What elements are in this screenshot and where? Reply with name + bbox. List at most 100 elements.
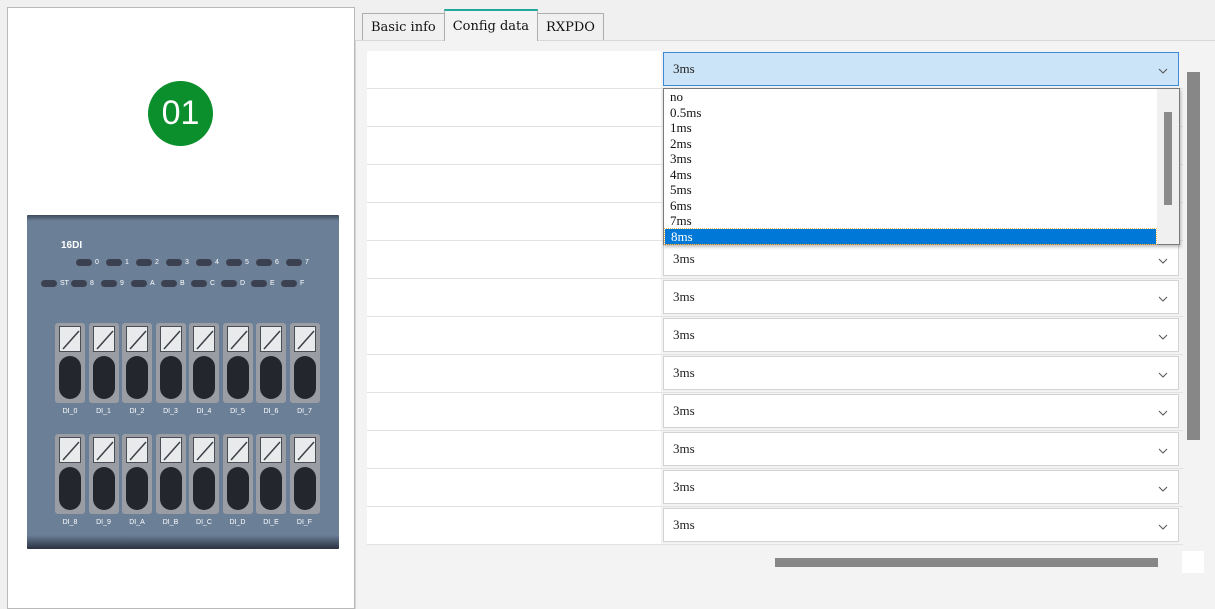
screw-slot-icon <box>126 437 148 463</box>
value-select[interactable]: 3ms <box>663 280 1179 314</box>
wire-entry <box>92 467 115 510</box>
vertical-scrollbar[interactable] <box>1187 72 1200 440</box>
value-select[interactable]: 3ms <box>663 356 1179 390</box>
chevron-down-icon[interactable] <box>1158 520 1168 530</box>
status-led <box>161 280 177 287</box>
value-select[interactable]: 3ms <box>663 508 1179 542</box>
value-select[interactable]: 3ms <box>663 242 1179 276</box>
config-row-name <box>367 165 661 202</box>
dropdown-list[interactable]: no 0.5ms 1ms 2ms 3ms 4ms 5ms 6ms 7ms 8ms <box>663 88 1180 245</box>
chevron-down-icon[interactable] <box>1158 254 1168 264</box>
value-select-text: 3ms <box>673 479 695 494</box>
dropdown-option[interactable]: 3ms <box>664 151 1156 167</box>
terminal-block <box>88 323 119 403</box>
led-label: 1 <box>125 259 129 266</box>
dropdown-scroll-thumb[interactable] <box>1164 112 1172 205</box>
dropdown-option[interactable]: 1ms <box>664 120 1156 136</box>
tab-rxpdo[interactable]: RXPDO <box>537 13 604 41</box>
led-label: E <box>270 280 275 287</box>
status-led <box>106 259 122 266</box>
config-row-name <box>367 241 661 278</box>
status-led <box>221 280 237 287</box>
terminal-label: DI_B <box>162 519 179 526</box>
wire-entry <box>193 467 215 510</box>
tab-basic-info[interactable]: Basic info <box>362 13 445 41</box>
scroll-corner <box>1182 551 1204 573</box>
wire-entry <box>293 356 316 399</box>
status-led <box>281 280 297 287</box>
terminal-block <box>189 434 219 514</box>
slot-number-badge: 01 <box>148 81 213 146</box>
config-row: 3ms <box>367 51 1183 89</box>
screw-slot-icon <box>159 437 182 463</box>
value-select-text: 3ms <box>673 403 695 418</box>
led-label: ST <box>60 280 69 287</box>
terminal-label: DI_3 <box>163 408 178 415</box>
terminal-labels-top: DI_0 DI_1 DI_2 DI_3 DI_4 DI_5 DI_6 DI_7 <box>55 408 320 415</box>
screw-slot-icon <box>92 437 115 463</box>
value-select[interactable]: 3ms <box>663 432 1179 466</box>
terminal-label: DI_C <box>196 519 212 526</box>
horizontal-scrollbar[interactable] <box>775 558 1158 567</box>
config-row-name <box>367 355 661 392</box>
wire-entry <box>59 356 81 399</box>
config-row-name <box>367 469 661 506</box>
status-led <box>251 280 267 287</box>
chevron-down-icon[interactable] <box>1158 482 1168 492</box>
dropdown-scrollbar[interactable] <box>1157 89 1179 244</box>
wire-entry <box>126 467 148 510</box>
dropdown-option[interactable]: 2ms <box>664 136 1156 152</box>
terminal-block <box>222 323 253 403</box>
value-select[interactable]: 3ms <box>663 52 1179 86</box>
config-row-name <box>367 507 661 544</box>
status-led <box>256 259 272 266</box>
config-row-name <box>367 431 661 468</box>
config-row: 3ms <box>367 469 1183 507</box>
chevron-down-icon[interactable] <box>1158 64 1168 74</box>
terminal-label: DI_0 <box>62 408 78 415</box>
value-select[interactable]: 3ms <box>663 470 1179 504</box>
value-select-text: 3ms <box>673 289 695 304</box>
chevron-down-icon[interactable] <box>1158 292 1168 302</box>
terminal-label: DI_4 <box>196 408 212 415</box>
dropdown-option[interactable]: 6ms <box>664 198 1156 214</box>
screw-slot-icon <box>193 326 215 352</box>
config-row: 3ms <box>367 317 1183 355</box>
dropdown-option[interactable]: 7ms <box>664 213 1156 229</box>
terminal-label: DI_F <box>296 519 313 526</box>
chevron-down-icon[interactable] <box>1158 444 1168 454</box>
status-led <box>166 259 182 266</box>
terminal-block <box>122 323 152 403</box>
dropdown-option[interactable]: 5ms <box>664 182 1156 198</box>
io-module-image: 16DI 01234567 ST 8 9 A B C D E F DI_0 DI_1 DI_2 DI_… <box>27 215 339 549</box>
terminal-block <box>289 434 320 514</box>
wire-entry <box>293 467 316 510</box>
dropdown-option[interactable]: 8ms <box>664 227 1157 245</box>
config-row: 3ms <box>367 393 1183 431</box>
terminal-block <box>189 323 219 403</box>
terminal-label: DI_7 <box>297 408 312 415</box>
led-label: 8 <box>90 280 94 287</box>
dropdown-option[interactable]: 0.5ms <box>664 105 1156 121</box>
wire-entry <box>59 467 81 510</box>
status-led <box>286 259 302 266</box>
screw-slot-icon <box>226 326 249 352</box>
tab-config-data[interactable]: Config data <box>443 9 539 41</box>
config-row: 3ms <box>367 241 1183 279</box>
chevron-down-icon[interactable] <box>1158 330 1168 340</box>
chevron-down-icon[interactable] <box>1158 368 1168 378</box>
dropdown-option[interactable]: no <box>664 89 1156 105</box>
value-select[interactable]: 3ms <box>663 318 1179 352</box>
value-select[interactable]: 3ms <box>663 394 1179 428</box>
chevron-down-icon[interactable] <box>1158 406 1168 416</box>
terminal-block <box>88 434 119 514</box>
led-row-top: 0 1 2 3 4 5 6 7 <box>76 259 313 266</box>
config-row-name <box>367 203 661 240</box>
status-led <box>131 280 147 287</box>
dropdown-option[interactable]: 4ms <box>664 167 1156 183</box>
status-led <box>196 259 212 266</box>
terminal-row-top <box>55 323 320 403</box>
terminal-label: DI_8 <box>62 519 78 526</box>
terminal-block <box>289 323 320 403</box>
terminal-label: DI_6 <box>263 408 279 415</box>
